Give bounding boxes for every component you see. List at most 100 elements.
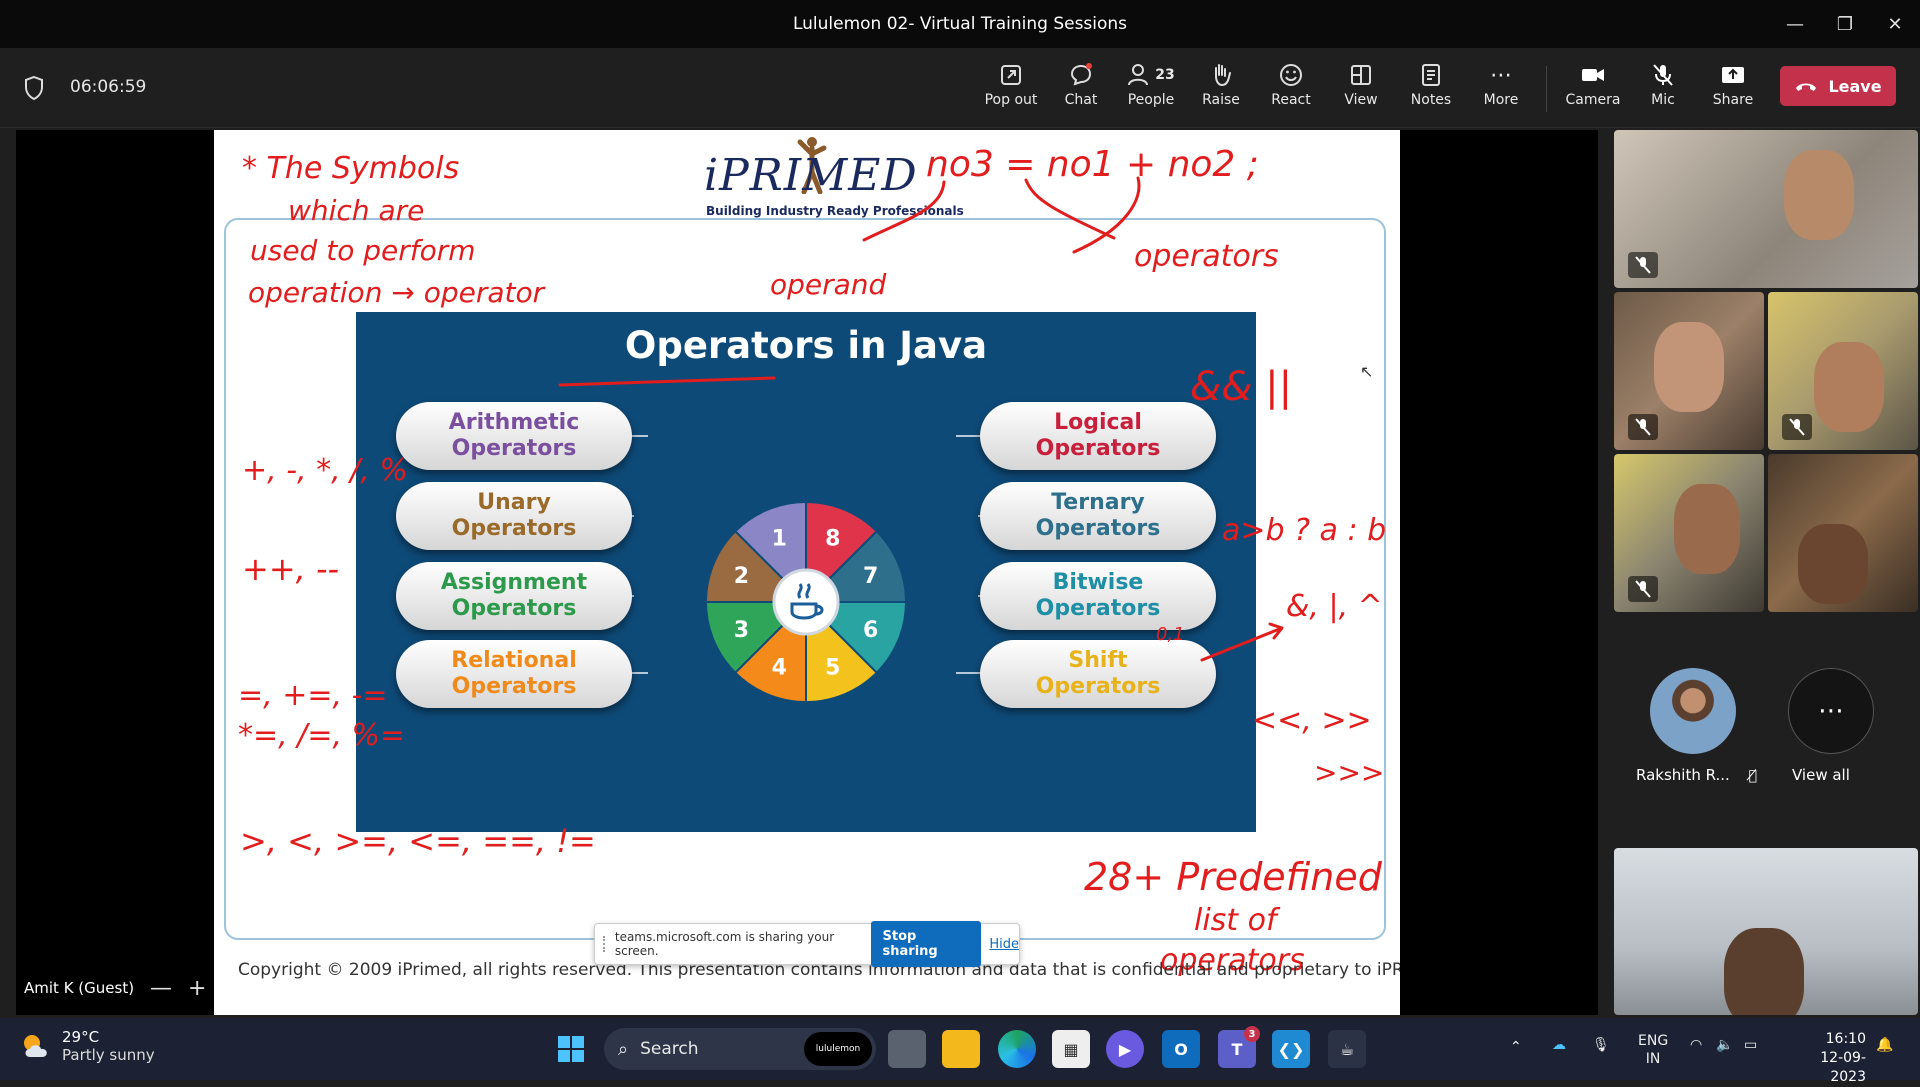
view-all-button[interactable]: ⋯: [1788, 668, 1874, 754]
pill-arithmetic-operators: Arithmetic Operators: [396, 402, 632, 470]
battery-icon[interactable]: ▭: [1744, 1036, 1757, 1054]
wheel-number: 6: [863, 618, 878, 643]
search-highlight-badge: lululemon: [804, 1032, 872, 1066]
pill-sublabel: Operators: [451, 516, 577, 541]
toolbar-divider: [1546, 66, 1547, 112]
pop-out-button[interactable]: Pop out: [978, 58, 1044, 120]
participant-video-tile[interactable]: [1768, 454, 1918, 612]
windows-logo-icon: [558, 1036, 584, 1062]
wheel-number: 3: [734, 618, 749, 643]
wifi-icon[interactable]: ◠: [1690, 1036, 1702, 1054]
participant-face: [1798, 524, 1868, 604]
zoom-in-button[interactable]: +: [188, 976, 206, 1001]
hide-share-bar-link[interactable]: Hide: [989, 937, 1019, 952]
mic-button[interactable]: Mic: [1630, 58, 1696, 120]
language-indicator[interactable]: ENG IN: [1638, 1032, 1668, 1068]
muted-mic-icon: [1628, 414, 1658, 440]
zoom-out-button[interactable]: —: [150, 976, 172, 1001]
view-button[interactable]: View: [1328, 58, 1394, 120]
participant-face: [1674, 484, 1740, 574]
window-titlebar: Lululemon 02- Virtual Training Sessions: [0, 0, 1920, 48]
pill-bitwise-operators: Bitwise Operators: [980, 562, 1216, 630]
raise-hand-icon: [1208, 58, 1234, 92]
weather-widget[interactable]: 29°C Partly sunny: [20, 1028, 155, 1064]
stop-sharing-button[interactable]: Stop sharing: [870, 921, 982, 967]
teams-icon[interactable]: T 3: [1218, 1026, 1260, 1068]
people-button[interactable]: 23 People: [1118, 58, 1184, 120]
participant-face: [1814, 342, 1884, 432]
participant-avatar[interactable]: [1650, 668, 1736, 754]
teams-badge: 3: [1244, 1026, 1260, 1042]
self-video-tile[interactable]: [1614, 848, 1918, 1015]
notes-button[interactable]: Notes: [1398, 58, 1464, 120]
edge-browser-icon[interactable]: [998, 1030, 1036, 1068]
mic-muted-tray-icon[interactable]: 🎙: [1592, 1036, 1610, 1054]
file-explorer-icon[interactable]: [942, 1030, 980, 1068]
tray-overflow-icon[interactable]: ⌃: [1510, 1038, 1522, 1056]
weather-temp: 29°C: [62, 1028, 100, 1046]
ink-equation: no3 = no1 + no2 ;: [926, 144, 1259, 185]
notifications-icon[interactable]: 🔔: [1876, 1036, 1893, 1054]
wheel-number: 1: [772, 526, 787, 551]
camera-button[interactable]: Camera: [1560, 58, 1626, 120]
participant-name: Rakshith R... 🎙̸: [1636, 766, 1757, 784]
pill-sublabel: Operators: [451, 436, 577, 461]
iprimed-logo: iPRIMED Building Industry Ready Professi…: [690, 136, 964, 218]
outlook-icon[interactable]: O: [1162, 1030, 1200, 1068]
search-label: Search: [640, 1039, 699, 1059]
screen-share-bar: teams.microsoft.com is sharing your scre…: [594, 921, 1020, 967]
java-app-icon[interactable]: ☕: [1328, 1030, 1366, 1068]
participant-video-tile[interactable]: [1768, 292, 1918, 450]
microsoft-store-icon[interactable]: ▦: [1052, 1030, 1090, 1068]
minimize-icon[interactable]: —: [1770, 0, 1820, 48]
pill-shift-operators: Shift Operators: [980, 640, 1216, 708]
chat-icon: [1068, 58, 1094, 92]
volume-icon[interactable]: 🔈: [1716, 1036, 1733, 1054]
muted-mic-icon: [1628, 252, 1658, 278]
taskbar-search[interactable]: ⌕ Search lululemon: [604, 1028, 876, 1070]
pill-label: Logical: [1054, 410, 1142, 435]
pill-label: Arithmetic: [448, 410, 580, 435]
system-clock[interactable]: 16:10 12-09-2023: [1786, 1030, 1866, 1087]
vscode-icon[interactable]: ❮❯: [1272, 1030, 1310, 1068]
chat-button[interactable]: Chat: [1048, 58, 1114, 120]
drag-handle-icon[interactable]: [603, 936, 607, 952]
pill-assignment-operators: Assignment Operators: [396, 562, 632, 630]
more-button[interactable]: ⋯ More: [1468, 58, 1534, 120]
onedrive-icon[interactable]: ☁: [1552, 1036, 1566, 1054]
logo-tagline: Building Industry Ready Professionals: [706, 204, 964, 218]
wheel-number: 7: [863, 564, 878, 589]
start-button[interactable]: [552, 1030, 590, 1068]
participant-video-tile[interactable]: [1614, 454, 1764, 612]
presenter-name: Amit K (Guest): [24, 979, 135, 997]
participant-face: [1724, 928, 1804, 1015]
operators-wheel: 1 87 65 43 2: [704, 500, 908, 704]
react-button[interactable]: React: [1258, 58, 1324, 120]
participant-face: [1784, 150, 1854, 240]
task-view-icon[interactable]: [888, 1030, 926, 1068]
participant-gallery: Rakshith R... 🎙̸ ⋯ View all: [1598, 130, 1920, 1015]
people-count: 23: [1155, 67, 1175, 83]
more-icon: ⋯: [1818, 696, 1844, 726]
search-icon: ⌕: [618, 1038, 629, 1060]
close-icon[interactable]: ✕: [1870, 0, 1920, 48]
share-icon: [1720, 58, 1746, 92]
restore-icon[interactable]: ❐: [1820, 0, 1870, 48]
wheel-number: 8: [825, 526, 840, 551]
participant-video-tile[interactable]: [1614, 130, 1918, 288]
pill-unary-operators: Unary Operators: [396, 482, 632, 550]
participant-video-tile[interactable]: [1614, 292, 1764, 450]
pill-sublabel: Operators: [451, 596, 577, 621]
raise-button[interactable]: Raise: [1188, 58, 1254, 120]
pill-ternary-operators: Ternary Operators: [980, 482, 1216, 550]
operators-diagram: Operators in Java Arithmetic Operators Un…: [356, 312, 1256, 832]
leave-button[interactable]: Leave: [1780, 66, 1896, 106]
share-button[interactable]: Share: [1700, 58, 1766, 120]
shield-icon: [25, 76, 43, 100]
window-title: Lululemon 02- Virtual Training Sessions: [792, 14, 1128, 34]
media-app-icon[interactable]: ▶: [1106, 1030, 1144, 1068]
pill-label: Shift: [1068, 648, 1128, 673]
muted-mic-icon: 🎙̸: [1748, 768, 1757, 784]
pill-label: Bitwise: [1052, 570, 1144, 595]
pill-label: Relational: [451, 648, 577, 673]
